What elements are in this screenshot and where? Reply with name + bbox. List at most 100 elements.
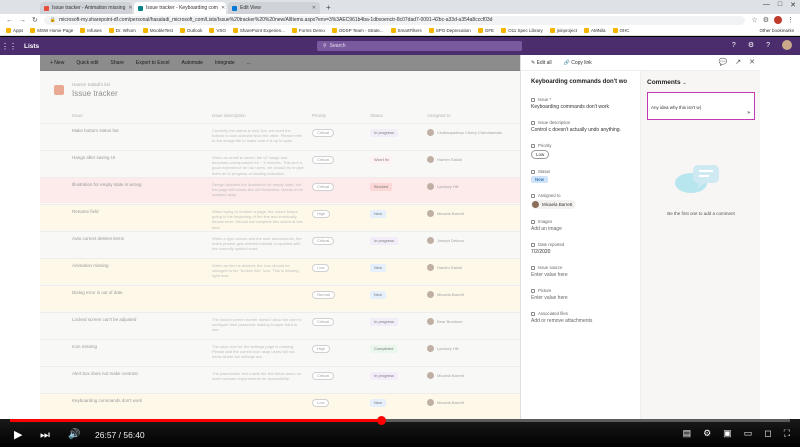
- play-icon[interactable]: ▶: [14, 426, 22, 444]
- bookmark-item[interactable]: Infuses: [80, 28, 102, 33]
- app-launcher-icon[interactable]: ⋮⋮: [0, 42, 18, 51]
- bookmark-label: Dr. Whom: [115, 28, 136, 33]
- field-type-icon: [531, 120, 535, 125]
- bookmark-item[interactable]: Outlook: [179, 28, 202, 33]
- field-label-text: Picture: [538, 288, 552, 293]
- tab-close-icon[interactable]: ✕: [312, 5, 316, 11]
- bookmark-item[interactable]: MSW Home Page: [30, 28, 73, 33]
- bookmark-item[interactable]: SharePoint Experien...: [232, 28, 285, 33]
- panel-close-icon[interactable]: ✕: [749, 58, 755, 66]
- field-value[interactable]: Enter value here: [531, 272, 630, 278]
- command-button[interactable]: Integrate: [215, 60, 235, 66]
- cast-icon[interactable]: ◻: [764, 428, 771, 439]
- field-value[interactable]: Control c doesn't actually undo anything…: [531, 127, 630, 133]
- video-progress-bar[interactable]: [10, 416, 790, 425]
- bookmark-item[interactable]: Dr. Whom: [108, 28, 136, 33]
- tab-close-icon[interactable]: ✕: [221, 5, 225, 11]
- fullscreen-icon[interactable]: ⛶: [784, 428, 790, 439]
- field-value[interactable]: Keyboarding commands don't work: [531, 104, 630, 110]
- app-name[interactable]: Lists: [24, 43, 39, 50]
- command-button[interactable]: Quick edit: [76, 60, 98, 66]
- star-icon[interactable]: ☆: [751, 16, 757, 24]
- bookmark-item[interactable]: AMNila: [584, 28, 606, 33]
- field-label-text: Date reported: [538, 242, 565, 247]
- user-avatar[interactable]: [782, 40, 792, 50]
- comments-header[interactable]: Comments ⌄: [647, 79, 755, 86]
- maximize-icon[interactable]: □: [778, 1, 782, 9]
- settings-icon[interactable]: ⚙: [748, 41, 754, 49]
- close-window-icon[interactable]: ✕: [790, 1, 796, 9]
- search-box[interactable]: ⚲ Search: [317, 41, 522, 51]
- volume-icon[interactable]: 🔊: [68, 426, 80, 444]
- field-value[interactable]: 7/2/2020: [531, 249, 630, 255]
- minimize-icon[interactable]: —: [763, 1, 770, 9]
- bookmark-item[interactable]: VSO: [209, 28, 226, 33]
- field-value[interactable]: Micaela Barrett: [531, 200, 630, 209]
- bookmark-label: OHC: [619, 28, 630, 33]
- bookmark-icon: [291, 28, 297, 33]
- bookmark-item[interactable]: ODSP Team - Strate...: [331, 28, 384, 33]
- bookmark-item[interactable]: GFE: [477, 28, 494, 33]
- command-button[interactable]: + New: [50, 60, 64, 66]
- field-label: Issue source: [531, 265, 630, 270]
- field-type-icon: [531, 242, 535, 247]
- forward-icon[interactable]: →: [19, 17, 26, 24]
- panel-command-bar: ✎ Edit all 🔗 Copy link 💬 ↗ ✕: [521, 55, 761, 71]
- question-icon[interactable]: ?: [766, 42, 770, 49]
- edit-all-button[interactable]: ✎ Edit all: [531, 60, 552, 66]
- bookmark-item[interactable]: MoobleTest: [142, 28, 173, 33]
- bookmark-label: O11 Spec Library: [508, 28, 543, 33]
- next-icon[interactable]: ⏭: [40, 426, 50, 444]
- field-type-icon: [531, 193, 535, 198]
- field-value[interactable]: Low: [531, 150, 630, 159]
- bookmark-icon: [390, 28, 396, 33]
- field-value[interactable]: Enter value here: [531, 295, 630, 301]
- subtitles-icon[interactable]: ▤: [683, 428, 692, 439]
- url-field[interactable]: 🔒 microsoft-my.sharepoint-df.com/persona…: [43, 15, 746, 25]
- back-icon[interactable]: ←: [6, 17, 13, 24]
- bookmark-item[interactable]: Forms Demo: [291, 28, 325, 33]
- help-icon[interactable]: ?: [732, 42, 736, 49]
- field-label-text: Status: [538, 169, 551, 174]
- other-bookmarks[interactable]: Other bookmarks: [759, 28, 794, 33]
- browser-tab[interactable]: Issue tracker - Animation missing ✕: [40, 2, 132, 14]
- command-button[interactable]: Share: [111, 60, 124, 66]
- browser-tab[interactable]: Issue tracker - Keyboarding com ✕: [134, 2, 226, 14]
- suite-bar: ⋮⋮ Lists ⚲ Search ? ⚙ ?: [0, 37, 800, 55]
- command-button[interactable]: ...: [247, 60, 251, 66]
- field-value[interactable]: Add or remove attachments: [531, 318, 630, 324]
- comment-input[interactable]: Any idea why this isn't w| ➤: [647, 92, 755, 120]
- send-icon[interactable]: ➤: [747, 110, 751, 116]
- tab-label: Issue tracker - Animation missing: [52, 5, 126, 11]
- bookmark-item[interactable]: OHC: [612, 28, 630, 33]
- field-label: Date reported: [531, 242, 630, 247]
- field-value[interactable]: New: [531, 176, 630, 183]
- bookmark-label: ODSP Team - Strate...: [338, 28, 384, 33]
- bookmark-item[interactable]: SmartFilters: [390, 28, 422, 33]
- bookmark-icon: [209, 28, 215, 33]
- bookmark-label: Forms Demo: [298, 28, 325, 33]
- command-button[interactable]: Export to Excel: [136, 60, 170, 66]
- bookmark-item[interactable]: O11 Spec Library: [501, 28, 543, 33]
- bookmark-item[interactable]: SPO Deprecation: [428, 28, 471, 33]
- theater-icon[interactable]: ▭: [744, 428, 753, 439]
- browser-tab[interactable]: Edit View ✕: [228, 2, 320, 14]
- field-label: Priority: [531, 143, 630, 148]
- bookmark-item[interactable]: jsinproject: [549, 28, 577, 33]
- command-button[interactable]: Automate: [182, 60, 203, 66]
- browser-menu-icon[interactable]: ⋮: [787, 16, 794, 24]
- reload-icon[interactable]: ↻: [32, 16, 38, 24]
- expand-icon[interactable]: ↗: [735, 58, 741, 66]
- tab-close-icon[interactable]: ✕: [128, 5, 132, 11]
- comments-toggle-icon[interactable]: 💬: [719, 58, 728, 66]
- profile-avatar[interactable]: [774, 16, 782, 24]
- settings-gear-icon[interactable]: ⚙: [703, 428, 711, 439]
- field-value[interactable]: Add an image: [531, 226, 630, 232]
- lock-icon: 🔒: [49, 17, 57, 23]
- bookmark-icon: [477, 28, 483, 33]
- miniplayer-icon[interactable]: ▣: [723, 428, 732, 439]
- copy-link-button[interactable]: 🔗 Copy link: [564, 60, 592, 66]
- bookmark-item[interactable]: Apps: [6, 28, 23, 33]
- new-tab-icon[interactable]: +: [322, 2, 335, 14]
- extensions-icon[interactable]: ⚙: [763, 16, 769, 24]
